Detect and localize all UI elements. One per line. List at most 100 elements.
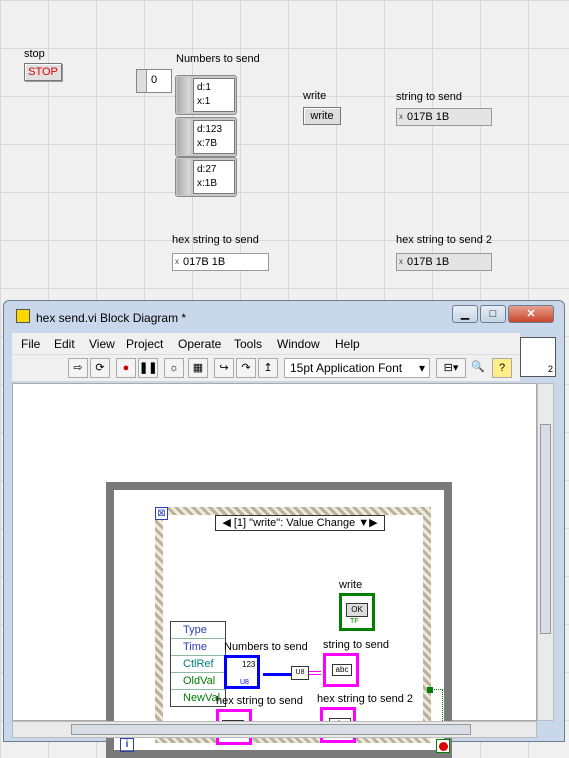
- window-title: hex send.vi Block Diagram *: [36, 311, 187, 325]
- array-element-1[interactable]: d:1 x:1: [175, 75, 237, 115]
- vertical-scroll-thumb[interactable]: [540, 424, 551, 634]
- block-diagram-window: hex send.vi Block Diagram * ▁ □ ✕ File E…: [3, 300, 565, 758]
- element-hex: x:7B: [197, 138, 218, 149]
- array-index-value: 0: [151, 74, 158, 86]
- write-terminal[interactable]: OK TF: [339, 593, 375, 631]
- timeout-terminal-icon: ⊠: [155, 507, 168, 520]
- event-field-time: Time: [171, 639, 225, 656]
- menu-bar: File Edit View Project Operate Tools Win…: [12, 333, 520, 355]
- hex-terminal-label: hex string to send: [216, 695, 303, 707]
- menu-file[interactable]: File: [21, 337, 40, 351]
- toolbar: ⇨ ⟳ ● ❚❚ ☼ ▦ ↪ ↷ ↥ 15pt Application Font…: [12, 355, 520, 381]
- menu-view[interactable]: View: [89, 337, 115, 351]
- array-index-control[interactable]: 0: [136, 69, 172, 93]
- abort-icon[interactable]: ●: [116, 358, 136, 378]
- menu-edit[interactable]: Edit: [54, 337, 75, 351]
- string-indicator: x 017B 1B: [396, 108, 492, 126]
- font-selector[interactable]: 15pt Application Font ▾: [284, 358, 430, 378]
- horizontal-scrollbar[interactable]: [12, 721, 537, 738]
- abc-glyph: abc: [332, 664, 352, 676]
- ok-glyph: OK: [346, 603, 368, 617]
- pause-icon[interactable]: ❚❚: [138, 358, 158, 378]
- run-continuously-icon[interactable]: ⟳: [90, 358, 110, 378]
- numeric-increment-icon[interactable]: [177, 119, 190, 155]
- maximize-button[interactable]: □: [480, 305, 506, 323]
- event-case-label: [1] "write": Value Change: [233, 517, 356, 529]
- increment-icon[interactable]: [137, 70, 147, 92]
- numbers-terminal-label: Numbers to send: [224, 641, 308, 653]
- connector-pane-icon[interactable]: 2: [520, 337, 556, 377]
- tf-glyph: TF: [350, 618, 359, 625]
- element-hex: x:1: [197, 96, 211, 107]
- u8-glyph: U8: [240, 679, 249, 686]
- menu-operate[interactable]: Operate: [178, 337, 221, 351]
- chevron-down-icon: ▼: [358, 517, 370, 529]
- menu-project[interactable]: Project: [126, 337, 163, 351]
- highlight-execution-icon[interactable]: ☼: [164, 358, 184, 378]
- horizontal-scroll-thumb[interactable]: [71, 724, 471, 735]
- vi-icon: [16, 309, 30, 323]
- connector-pane-number: 2: [547, 364, 553, 374]
- array-wire[interactable]: [263, 673, 291, 676]
- byte-array-to-string-icon[interactable]: U8: [291, 666, 309, 680]
- retain-wire-values-icon[interactable]: ▦: [188, 358, 208, 378]
- array-element-3[interactable]: d:27 x:1B: [175, 157, 237, 197]
- vertical-scrollbar[interactable]: [537, 383, 554, 721]
- string-terminal-label: string to send: [323, 639, 390, 651]
- hex-value: 017B 1B: [183, 256, 226, 268]
- menu-window[interactable]: Window: [277, 337, 320, 351]
- hex-label: hex string to send: [172, 234, 259, 246]
- radix-icon: x: [399, 112, 403, 121]
- close-button[interactable]: ✕: [508, 305, 554, 323]
- title-bar[interactable]: hex send.vi Block Diagram * ▁ □ ✕: [4, 301, 564, 331]
- stop-button[interactable]: STOP: [24, 63, 62, 81]
- hex-string-control[interactable]: x 017B 1B: [172, 253, 269, 271]
- string-value: 017B 1B: [407, 111, 450, 123]
- radix-icon: x: [175, 257, 179, 266]
- step-into-icon[interactable]: ↪: [214, 358, 234, 378]
- minimize-button[interactable]: ▁: [452, 305, 478, 323]
- numeric-increment-icon[interactable]: [177, 159, 190, 195]
- event-structure[interactable]: ⊠ ◀ [1] "write": Value Change ▼▶ Type Ti…: [155, 507, 431, 745]
- stop-button-text: STOP: [28, 66, 58, 78]
- array-element-2[interactable]: d:123 x:7B: [175, 117, 237, 157]
- array-glyph: 123: [242, 660, 256, 669]
- help-icon[interactable]: ?: [492, 358, 512, 378]
- numeric-increment-icon[interactable]: [177, 77, 190, 113]
- string-terminal[interactable]: abc: [323, 653, 359, 687]
- event-field-oldval: OldVal: [171, 673, 225, 690]
- iteration-terminal: i: [120, 738, 134, 752]
- write-terminal-label: write: [339, 579, 363, 591]
- menu-help[interactable]: Help: [335, 337, 360, 351]
- radix-icon: x: [399, 257, 403, 266]
- hex2-indicator: x 017B 1B: [396, 253, 492, 271]
- boolean-tunnel: [427, 687, 433, 693]
- string-wire[interactable]: [309, 671, 321, 675]
- loop-condition-stop-icon[interactable]: [436, 739, 450, 753]
- chevron-down-icon: ▾: [418, 361, 425, 375]
- stop-label: stop: [24, 48, 45, 60]
- while-loop[interactable]: ⊠ ◀ [1] "write": Value Change ▼▶ Type Ti…: [106, 482, 452, 758]
- menu-tools[interactable]: Tools: [234, 337, 262, 351]
- element-hex: x:1B: [197, 178, 218, 189]
- align-objects-icon[interactable]: ⊟▾: [436, 358, 466, 378]
- hex2-value: 017B 1B: [407, 256, 450, 268]
- event-field-type: Type: [171, 622, 225, 639]
- search-icon[interactable]: 🔍: [468, 358, 488, 378]
- numbers-terminal[interactable]: 123 U8: [224, 655, 260, 689]
- element-dec: d:27: [197, 164, 217, 175]
- write-button[interactable]: write: [303, 107, 341, 125]
- element-dec: d:123: [197, 124, 223, 135]
- step-over-icon[interactable]: ↷: [236, 358, 256, 378]
- write-label: write: [303, 90, 327, 102]
- event-field-ctlref: CtlRef: [171, 656, 225, 673]
- run-arrow-icon[interactable]: ⇨: [68, 358, 88, 378]
- step-out-icon[interactable]: ↥: [258, 358, 278, 378]
- event-case-selector[interactable]: ◀ [1] "write": Value Change ▼▶: [215, 515, 385, 531]
- hex2-terminal-label: hex string to send 2: [317, 693, 414, 705]
- font-name: 15pt Application Font: [290, 361, 403, 375]
- diagram-canvas[interactable]: ⊠ ◀ [1] "write": Value Change ▼▶ Type Ti…: [12, 383, 537, 758]
- stop-dot-icon: [439, 742, 448, 751]
- numbers-label: Numbers to send: [176, 53, 260, 65]
- element-dec: d:1: [197, 82, 211, 93]
